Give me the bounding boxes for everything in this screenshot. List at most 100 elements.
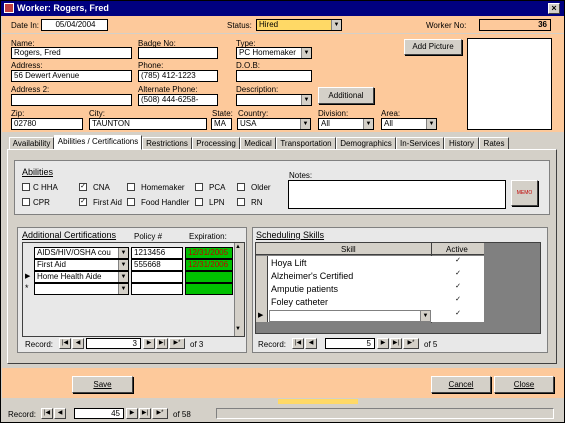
date-in-label: Date In: xyxy=(11,21,40,30)
alt-phone-field[interactable]: (508) 444-6258- xyxy=(138,94,218,106)
last-record-icon[interactable]: ▶| xyxy=(156,338,168,349)
description-select[interactable]: ▼ xyxy=(236,94,312,106)
name-field[interactable]: Rogers, Fred xyxy=(11,47,132,59)
cert-expiration[interactable]: 12/31/2006 xyxy=(185,259,233,271)
country-select[interactable]: USA ▼ xyxy=(237,118,311,130)
cert-expiration[interactable] xyxy=(185,271,233,283)
skill-new-select[interactable]: ▼ xyxy=(269,310,431,322)
title-bar: Worker: Rogers, Fred × xyxy=(1,1,564,16)
save-button[interactable]: Save xyxy=(72,376,133,393)
checkbox-food-handler[interactable] xyxy=(127,198,135,206)
date-in-field[interactable]: 05/04/2004 xyxy=(41,19,108,31)
memo-icon[interactable]: MEMO xyxy=(511,180,538,206)
division-select[interactable]: All ▼ xyxy=(318,118,374,130)
row-selector[interactable] xyxy=(23,259,33,270)
current-record-icon[interactable]: ▶ xyxy=(258,311,263,319)
add-picture-button[interactable]: Add Picture xyxy=(404,39,462,55)
cert-record-count: of 3 xyxy=(190,340,204,349)
checkbox-pca[interactable] xyxy=(195,183,203,191)
scroll-up-icon[interactable]: ▲ xyxy=(235,244,241,250)
cert-record-field[interactable]: 3 xyxy=(86,338,141,349)
chevron-down-icon[interactable]: ▼ xyxy=(118,272,128,282)
new-record-icon[interactable]: ▶* xyxy=(403,338,419,349)
cert-policy[interactable]: 1213456 xyxy=(131,247,183,259)
cancel-button[interactable]: Cancel xyxy=(431,376,491,393)
chevron-down-icon[interactable]: ▼ xyxy=(420,311,430,321)
skill-active-checkbox[interactable]: ✓ xyxy=(454,310,462,319)
checkbox-older[interactable] xyxy=(237,183,245,191)
additional-button[interactable]: Additional xyxy=(318,87,374,104)
cert-policy[interactable] xyxy=(131,271,183,283)
horizontal-scrollbar[interactable] xyxy=(216,408,554,419)
state-field[interactable]: MA xyxy=(211,118,232,130)
chevron-down-icon[interactable]: ▼ xyxy=(300,119,310,129)
area-select[interactable]: All ▼ xyxy=(381,118,437,130)
type-value: PC Homemaker xyxy=(239,48,296,57)
skill-name[interactable]: Foley catheter xyxy=(271,297,328,307)
last-record-icon[interactable]: ▶| xyxy=(139,408,151,419)
chevron-down-icon[interactable]: ▼ xyxy=(118,260,128,270)
checkbox-cpr[interactable] xyxy=(22,198,30,206)
tab-abilities-certifications[interactable]: Abilities / Certifications xyxy=(54,135,142,150)
status-select[interactable]: Hired ▼ xyxy=(256,19,342,31)
cert-policy[interactable] xyxy=(131,283,183,295)
skill-active-checkbox[interactable]: ✓ xyxy=(454,257,462,266)
chevron-down-icon[interactable]: ▼ xyxy=(118,248,128,258)
cert-scrollbar[interactable] xyxy=(234,243,244,336)
checkbox-cna[interactable]: ✓ xyxy=(79,183,87,191)
checkbox-c-hha[interactable] xyxy=(22,183,30,191)
chevron-down-icon[interactable]: ▼ xyxy=(118,284,128,294)
close-icon[interactable]: × xyxy=(548,3,560,14)
chevron-down-icon[interactable]: ▼ xyxy=(301,95,311,105)
first-record-icon[interactable]: |◀ xyxy=(59,338,71,349)
skill-name[interactable]: Amputie patients xyxy=(271,284,338,294)
skill-active-checkbox[interactable]: ✓ xyxy=(454,283,462,292)
new-record-icon[interactable]: ▶* xyxy=(169,338,185,349)
cert-name-select[interactable]: First Aid ▼ xyxy=(34,259,129,271)
address2-field[interactable] xyxy=(11,94,132,106)
cert-name-select[interactable]: AIDS/HIV/OSHA cou ▼ xyxy=(34,247,129,259)
type-select[interactable]: PC Homemaker ▼ xyxy=(236,47,312,59)
chevron-down-icon[interactable]: ▼ xyxy=(363,119,373,129)
notes-field[interactable] xyxy=(288,180,506,209)
first-record-icon[interactable]: |◀ xyxy=(41,408,53,419)
dob-field[interactable] xyxy=(236,70,312,82)
skill-active-checkbox[interactable]: ✓ xyxy=(454,296,462,305)
skill-record-field[interactable]: 5 xyxy=(325,338,375,349)
cert-expiration[interactable]: 12/31/2005 xyxy=(185,247,233,259)
chevron-down-icon[interactable]: ▼ xyxy=(331,20,341,30)
prev-record-icon[interactable]: ◀ xyxy=(305,338,317,349)
prev-record-icon[interactable]: ◀ xyxy=(54,408,66,419)
chevron-down-icon[interactable]: ▼ xyxy=(426,119,436,129)
first-record-icon[interactable]: |◀ xyxy=(292,338,304,349)
city-field[interactable]: TAUNTON xyxy=(89,118,207,130)
prev-record-icon[interactable]: ◀ xyxy=(72,338,84,349)
checkbox-homemaker[interactable] xyxy=(127,183,135,191)
row-selector[interactable] xyxy=(23,247,33,258)
close-button[interactable]: Close xyxy=(494,376,554,393)
checkbox-first-aid[interactable]: ✓ xyxy=(79,198,87,206)
cert-expiration[interactable] xyxy=(185,283,233,295)
cert-policy[interactable]: 555668 xyxy=(131,259,183,271)
next-record-icon[interactable]: ▶ xyxy=(377,338,389,349)
badge-field[interactable] xyxy=(138,47,218,59)
phone-field[interactable]: (785) 412-1223 xyxy=(138,70,218,82)
cert-name-select[interactable]: Home Health Aide ▼ xyxy=(34,271,129,283)
new-record-icon[interactable]: ▶* xyxy=(152,408,168,419)
checkbox-lpn[interactable] xyxy=(195,198,203,206)
skill-active-checkbox[interactable]: ✓ xyxy=(454,270,462,279)
cert-name-select[interactable]: ▼ xyxy=(34,283,129,295)
current-record-icon[interactable]: ▶ xyxy=(25,272,30,280)
new-record-icon[interactable]: * xyxy=(25,283,29,293)
scroll-down-icon[interactable]: ▼ xyxy=(235,326,241,332)
chevron-down-icon[interactable]: ▼ xyxy=(301,48,311,58)
next-record-icon[interactable]: ▶ xyxy=(126,408,138,419)
checkbox-rn[interactable] xyxy=(237,198,245,206)
skill-name[interactable]: Hoya Lift xyxy=(271,258,307,268)
address-field[interactable]: 56 Dewert Avenue xyxy=(11,70,132,82)
footer-record-field[interactable]: 45 xyxy=(74,408,124,419)
next-record-icon[interactable]: ▶ xyxy=(143,338,155,349)
zip-field[interactable]: 02780 xyxy=(11,118,83,130)
skill-name[interactable]: Alzheimer's Certified xyxy=(271,271,353,281)
last-record-icon[interactable]: ▶| xyxy=(390,338,402,349)
